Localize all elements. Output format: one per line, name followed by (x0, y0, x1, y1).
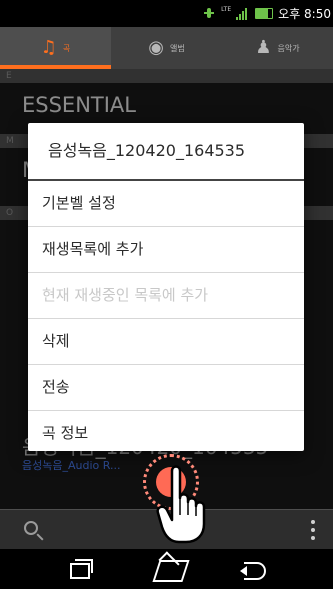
menu-item-delete[interactable]: 삭제 (28, 319, 304, 365)
status-bar: LTE 오후 8:50 (0, 0, 333, 27)
signal-icon (236, 7, 250, 20)
tab-albums[interactable]: ◉ 앨범 (111, 27, 222, 69)
menu-item-add-to-now-playing: 현재 재생중인 목록에 추가 (28, 273, 304, 319)
usb-icon (202, 7, 216, 20)
tab-artists[interactable]: ♟ 음악가 (222, 27, 333, 69)
menu-item-add-to-playlist[interactable]: 재생목록에 추가 (28, 227, 304, 273)
music-note-icon: ♫ (40, 37, 57, 58)
context-menu-dialog: 음성녹음_120420_164535 기본벨 설정 재생목록에 추가 현재 재생… (28, 123, 304, 451)
album-icon: ◉ (148, 37, 164, 58)
menu-item-share[interactable]: 전송 (28, 365, 304, 411)
tab-bar: ♫ 곡 ◉ 앨범 ♟ 음악가 (0, 27, 333, 69)
recent-apps-icon[interactable] (59, 556, 99, 582)
artist-icon: ♟ (255, 37, 272, 58)
home-icon[interactable] (149, 556, 189, 582)
overflow-menu-icon[interactable] (311, 520, 315, 540)
navigation-bar (0, 549, 333, 589)
menu-item-song-info[interactable]: 곡 정보 (28, 411, 304, 451)
battery-icon (255, 8, 274, 19)
dialog-title: 음성녹음_120420_164535 (28, 123, 304, 181)
back-icon[interactable] (236, 556, 276, 582)
tab-artists-label: 음악가 (277, 43, 300, 53)
clock: 오후 8:50 (278, 7, 331, 21)
tab-albums-label: 앨범 (169, 43, 185, 53)
menu-item-set-ringtone[interactable]: 기본벨 설정 (28, 181, 304, 227)
status-right-group: LTE 오후 8:50 (202, 0, 331, 27)
tab-songs-label: 곡 (62, 43, 71, 53)
lte-icon: LTE (221, 5, 232, 13)
tab-songs[interactable]: ♫ 곡 (0, 27, 111, 69)
pointing-hand-icon (156, 465, 206, 544)
search-icon[interactable] (24, 521, 38, 535)
